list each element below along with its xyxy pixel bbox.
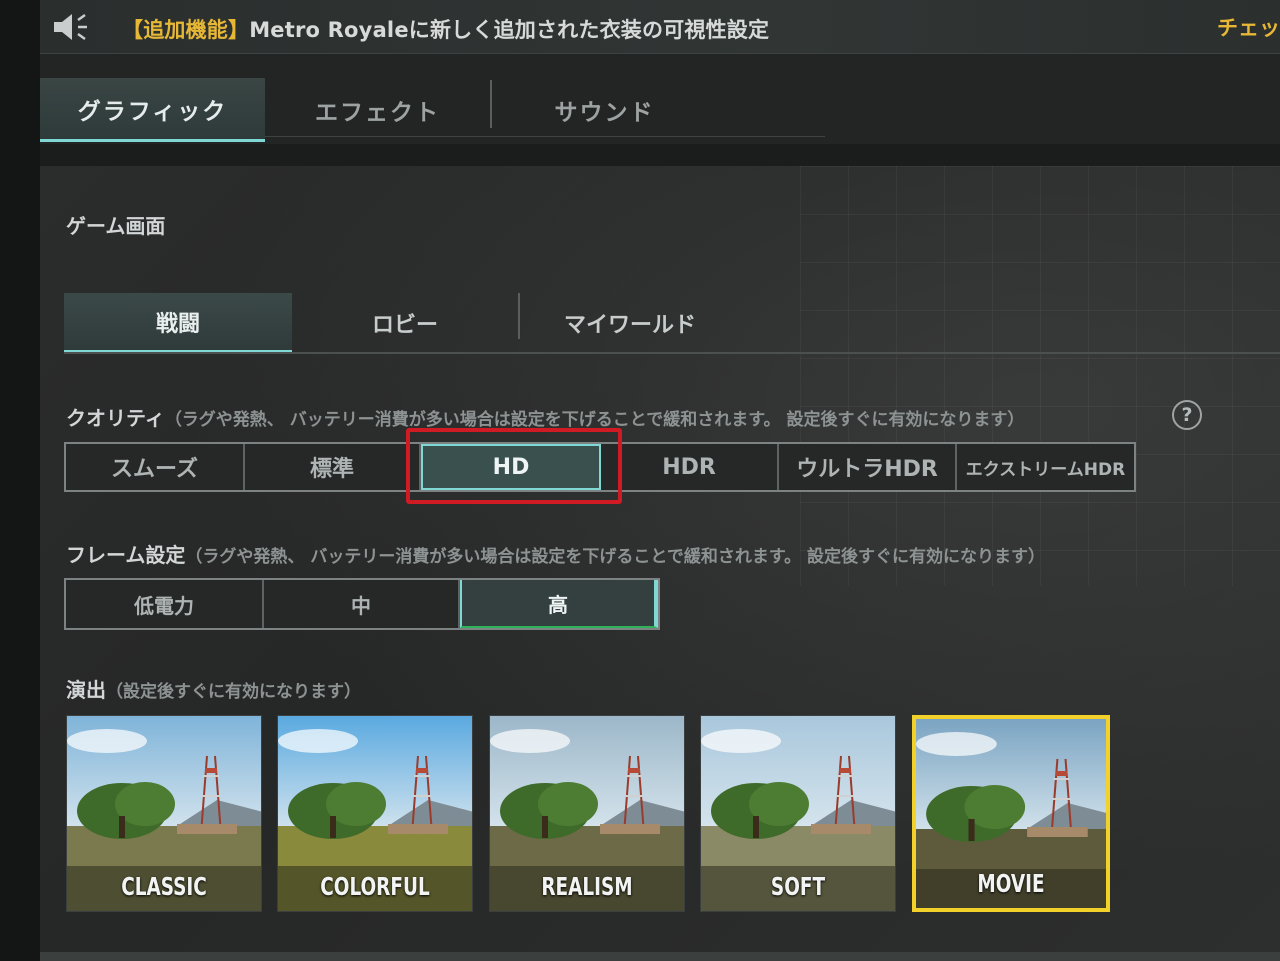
style-card-label: COLORFUL bbox=[320, 872, 430, 901]
subtab-lobby[interactable]: ロビー bbox=[292, 293, 518, 353]
subtab-myworld[interactable]: マイワールド bbox=[520, 293, 740, 353]
tab-underline bbox=[265, 136, 825, 137]
frame-note: （ラグや発熱、 バッテリー消費が多い場合は設定を下げることで緩和されます。 設定… bbox=[185, 547, 1046, 567]
style-card-label: MOVIE bbox=[977, 869, 1045, 898]
quality-option-hdr[interactable]: HDR bbox=[601, 444, 779, 490]
style-card-soft[interactable]: SOFT bbox=[700, 715, 896, 912]
tab-effects[interactable]: エフェクト bbox=[265, 78, 490, 142]
style-card-label: REALISM bbox=[541, 872, 633, 901]
style-card-label: CLASSIC bbox=[121, 872, 207, 901]
style-card-classic[interactable]: CLASSIC bbox=[66, 715, 262, 912]
quality-heading: クオリティ（ラグや発熱、 バッテリー消費が多い場合は設定を下げることで緩和されま… bbox=[66, 402, 1024, 431]
style-note: （設定後すぐに有効になります） bbox=[106, 682, 361, 702]
notice-text[interactable]: 【追加機能】Metro Royaleに新しく追加された衣装の可視性設定 bbox=[122, 14, 769, 44]
tab-graphics[interactable]: グラフィック bbox=[40, 78, 265, 142]
notice-bar[interactable]: 【追加機能】Metro Royaleに新しく追加された衣装の可視性設定 チェッ bbox=[40, 0, 1280, 54]
quality-option-ultra-hdr[interactable]: ウルトラHDR bbox=[779, 444, 957, 490]
style-card-label: SOFT bbox=[770, 872, 826, 901]
help-icon[interactable]: ? bbox=[1172, 400, 1202, 430]
notice-right-link[interactable]: チェッ bbox=[1217, 12, 1280, 42]
frame-heading: フレーム設定（ラグや発熱、 バッテリー消費が多い場合は設定を下げることで緩和され… bbox=[66, 539, 1045, 568]
style-card-colorful[interactable]: COLORFUL bbox=[277, 715, 473, 912]
quality-title: クオリティ bbox=[66, 406, 165, 430]
game-screen-title: ゲーム画面 bbox=[66, 214, 166, 238]
bottom-bar bbox=[40, 952, 1280, 961]
style-title: 演出 bbox=[66, 678, 106, 702]
frame-rate-selector: 低電力 中 高 bbox=[64, 578, 660, 630]
selection-highlight-box bbox=[406, 428, 622, 504]
style-card-realism[interactable]: REALISM bbox=[489, 715, 685, 912]
subtab-underline bbox=[64, 352, 1280, 354]
frame-title: フレーム設定 bbox=[66, 543, 186, 567]
frame-option-low-power[interactable]: 低電力 bbox=[66, 580, 264, 628]
speaker-icon[interactable] bbox=[52, 12, 90, 42]
frame-option-high[interactable]: 高 bbox=[460, 580, 658, 628]
quality-option-standard[interactable]: 標準 bbox=[245, 444, 421, 490]
tab-sound[interactable]: サウンド bbox=[492, 78, 717, 142]
quality-option-smooth[interactable]: スムーズ bbox=[66, 444, 245, 490]
left-margin bbox=[0, 0, 40, 961]
subtab-battle[interactable]: 戦闘 bbox=[64, 293, 292, 353]
style-card-movie[interactable]: MOVIE bbox=[912, 715, 1110, 912]
top-tab-bar: グラフィック エフェクト サウンド bbox=[40, 54, 1280, 144]
frame-option-medium[interactable]: 中 bbox=[264, 580, 460, 628]
quality-note: （ラグや発熱、 バッテリー消費が多い場合は設定を下げることで緩和されます。 設定… bbox=[164, 410, 1025, 430]
notice-message: Metro Royaleに新しく追加された衣装の可視性設定 bbox=[249, 18, 770, 42]
map-grid-background bbox=[800, 166, 1280, 586]
quality-option-extreme-hdr[interactable]: エクストリームHDR bbox=[957, 444, 1134, 490]
notice-tag: 【追加機能】 bbox=[122, 18, 250, 42]
style-heading: 演出（設定後すぐに有効になります） bbox=[66, 674, 361, 703]
